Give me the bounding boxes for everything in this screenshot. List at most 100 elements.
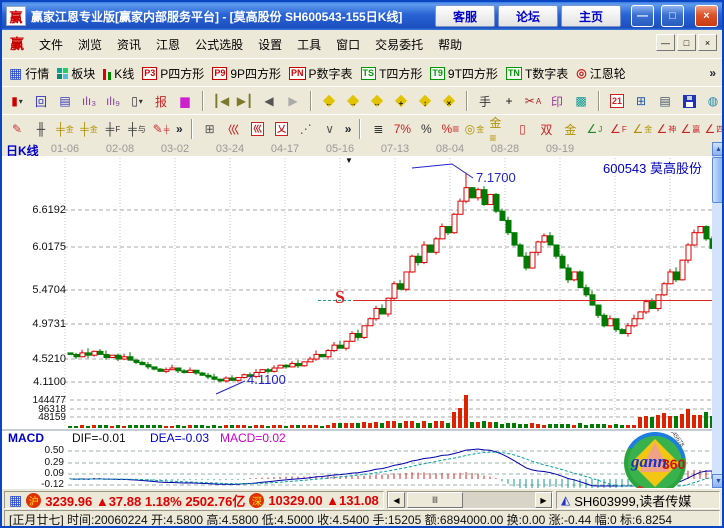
web-share-button[interactable]: ◍ — [702, 90, 722, 112]
toolbar-gann-wheel-button[interactable]: ◎江恩轮 — [573, 61, 629, 85]
menu-设置[interactable]: 设置 — [258, 36, 282, 53]
fib-ruler-button[interactable]: ╪F — [102, 118, 124, 140]
zoom-horizontal-button[interactable]: ◆↔ — [366, 90, 388, 112]
vertical-scrollbar[interactable]: ▲ ▼ — [712, 142, 724, 488]
gold-levels-button[interactable]: 金≡ — [487, 118, 509, 140]
save-button[interactable] — [678, 90, 700, 112]
zoom-vertical-button[interactable]: ◆↕ — [414, 90, 436, 112]
toolbar-p-number-button[interactable]: PNP数字表 — [286, 61, 356, 85]
gold-ruler-1-button[interactable]: ╪金 — [54, 118, 76, 140]
child-minimize-button[interactable]: — — [656, 34, 675, 51]
toolbar-kline-button[interactable]: K线 — [100, 61, 137, 85]
candle-style-button[interactable]: ▯▾ — [126, 90, 148, 112]
gold-ruler-2-button[interactable]: ╪金 — [78, 118, 100, 140]
angle-gold-button[interactable]: ∠金 — [631, 118, 653, 140]
page-prev-button[interactable]: ◀ — [258, 90, 280, 112]
angle-f-button[interactable]: ∠F — [607, 118, 629, 140]
draw-overflow-chevron[interactable]: » — [176, 122, 183, 136]
candle-pen-button[interactable]: ▯ — [511, 118, 533, 140]
quote-grid-icon[interactable]: ▦ — [9, 492, 22, 509]
menu-江恩[interactable]: 江恩 — [156, 36, 180, 53]
close-button[interactable]: × — [695, 5, 718, 27]
minimize-button[interactable]: — — [631, 5, 654, 27]
angle-si-button[interactable]: ∠四 — [703, 118, 722, 140]
scroll-up-arrow[interactable]: ▲ — [712, 142, 724, 156]
color-histogram-button[interactable]: ▆ — [174, 90, 196, 112]
toolbar-overflow-chevron[interactable]: » — [709, 66, 716, 80]
menu-资讯[interactable]: 资讯 — [117, 36, 141, 53]
gold-circle-button[interactable]: ◎金 — [463, 118, 485, 140]
toolbar-t-square-button[interactable]: TST四方形 — [358, 61, 426, 85]
toolbar-quotes-button[interactable]: ▦行情 — [6, 61, 52, 85]
cut-tool-button[interactable]: ✂A — [522, 90, 544, 112]
calculator-button[interactable]: ⊞ — [630, 90, 652, 112]
gann-figure-button[interactable]: 报 — [150, 90, 172, 112]
quick-button-3[interactable]: 主页 — [561, 5, 621, 27]
chart-9-button[interactable]: ılı₉ — [102, 90, 124, 112]
toolbar-sectors-button[interactable]: 板块 — [54, 61, 98, 85]
percent-lines-button[interactable]: %≡ — [439, 118, 461, 140]
cross-box-button[interactable]: 乂 — [271, 118, 293, 140]
hscroll-thumb[interactable]: Ⅲ — [407, 492, 463, 508]
quote-list-button[interactable]: ▤ — [54, 90, 76, 112]
volume-profile-button[interactable]: ≣ — [367, 118, 389, 140]
toolbar-t9-square-button[interactable]: T99T四方形 — [427, 61, 501, 85]
percent-button[interactable]: % — [415, 118, 437, 140]
zoom-in-icon: ◆+ — [395, 93, 407, 109]
restore-button[interactable]: □ — [661, 5, 684, 27]
angle-shen-button[interactable]: ∠神 — [655, 118, 677, 140]
calendar-button[interactable]: 21 — [606, 90, 628, 112]
angle-win-button[interactable]: ∠赢 — [679, 118, 701, 140]
pan-right-button[interactable]: ◆→ — [342, 90, 364, 112]
draw-overflow-chevron[interactable]: » — [345, 122, 352, 136]
toolbar-p-square-button[interactable]: P3P四方形 — [139, 61, 207, 85]
crosshair-tool-button[interactable]: + — [498, 90, 520, 112]
angle-set-button[interactable]: ⋰ — [295, 118, 317, 140]
shuang-tool-button[interactable]: 双 — [535, 118, 557, 140]
page-next-button[interactable]: ▶ — [282, 90, 304, 112]
hscroll-left-arrow[interactable]: ◀ — [388, 492, 405, 508]
zoom-reset-button[interactable]: ◆× — [438, 90, 460, 112]
chart-3-button[interactable]: ılı₃ — [78, 90, 100, 112]
scroll-thumb[interactable] — [712, 157, 724, 203]
child-close-button[interactable]: × — [698, 34, 717, 51]
gann-ruler-button[interactable]: ╪与 — [126, 118, 148, 140]
fan-box-button[interactable]: 巛 — [247, 118, 269, 140]
gold-line-button[interactable]: 金 — [559, 118, 581, 140]
pattern-window-button[interactable]: 回 — [30, 90, 52, 112]
menu-窗口[interactable]: 窗口 — [336, 36, 360, 53]
horizontal-scrollbar[interactable]: ◀ Ⅲ ▶ — [387, 491, 553, 509]
toolbar-p9-square-button[interactable]: P99P四方形 — [209, 61, 284, 85]
menu-文件[interactable]: 文件 — [39, 36, 63, 53]
box-window-button[interactable]: ⊞ — [199, 118, 221, 140]
child-restore-button[interactable]: □ — [677, 34, 696, 51]
toolbar-t-number-button[interactable]: TNT数字表 — [503, 61, 571, 85]
fan-lines-button[interactable]: 巛 — [223, 118, 245, 140]
kline-style-button[interactable]: ▮▾ — [6, 90, 28, 112]
quick-button-1[interactable]: 客服 — [435, 5, 495, 27]
angle-j-button[interactable]: ∠J — [583, 118, 605, 140]
maze-tool-button[interactable]: ▩ — [570, 90, 592, 112]
menu-浏览[interactable]: 浏览 — [78, 36, 102, 53]
menu-帮助[interactable]: 帮助 — [438, 36, 462, 53]
percent-7-button[interactable]: 7% — [391, 118, 413, 140]
pencil-ruler-button[interactable]: ✎╪ — [150, 118, 172, 140]
pan-left-button[interactable]: ◆← — [318, 90, 340, 112]
zoom-in-button[interactable]: ◆+ — [390, 90, 412, 112]
quick-button-2[interactable]: 论坛 — [498, 5, 558, 27]
notepad-button[interactable]: ▤ — [654, 90, 676, 112]
hand-tool-button[interactable]: 手 — [474, 90, 496, 112]
menu-交易委托[interactable]: 交易委托 — [375, 36, 423, 53]
wave-lines-button[interactable]: ∨ — [319, 118, 341, 140]
first-page-button[interactable]: ┃◀ — [210, 90, 232, 112]
draw-pencil-button[interactable]: ✎ — [6, 118, 28, 140]
ruler-button[interactable]: ╫ — [30, 118, 52, 140]
menu-公式选股[interactable]: 公式选股 — [195, 36, 243, 53]
last-page-button[interactable]: ▶┃ — [234, 90, 256, 112]
hscroll-right-arrow[interactable]: ▶ — [535, 492, 552, 508]
scroll-down-arrow[interactable]: ▼ — [712, 474, 724, 488]
menu-工具[interactable]: 工具 — [297, 36, 321, 53]
pan-left-icon: ◆← — [323, 93, 335, 109]
date-tick-label: 01-06 — [51, 143, 79, 155]
stamp-tool-button[interactable]: 印 — [546, 90, 568, 112]
